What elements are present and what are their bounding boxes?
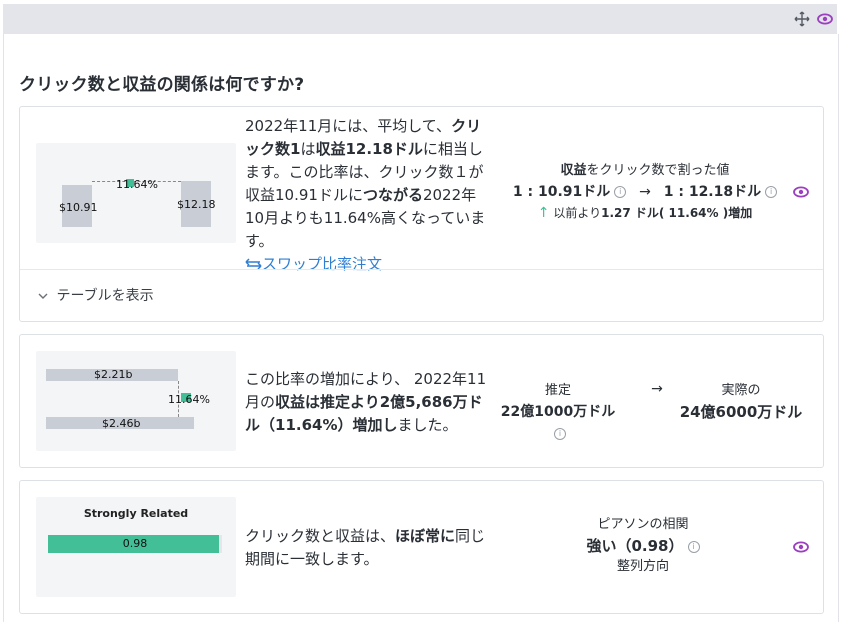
arrow-icon: → — [651, 381, 663, 397]
ratio-thumbnail: 11.64% $10.91 $12.18 — [36, 143, 236, 243]
revenue-impact-card: $2.21b 11.64% $2.46b この比率の増加により、 2022年11… — [19, 334, 824, 468]
ratio-insight-card: 11.64% $10.91 $12.18 2022年11月には、平均して、クリッ… — [19, 106, 824, 322]
card-divider — [20, 269, 823, 270]
show-table-toggle[interactable]: テーブルを表示 — [38, 285, 154, 305]
revenue-description: この比率の増加により、 2022年11月の収益は推定より2億5,686万ドル（1… — [245, 370, 487, 434]
correlation-metric: ピアソンの相関 強い（0.98） i 整列方向 — [548, 515, 738, 577]
ratio-change: ↑ 以前より1.27 ドル( 11.64% )増加 — [537, 205, 753, 221]
swap-ratio-link[interactable]: スワップ比率注文 — [245, 255, 382, 273]
chevron-down-icon — [38, 288, 48, 304]
ratio-comparison: 1 : 10.91ドル i → 1 : 12.18ドル i — [495, 181, 795, 203]
eye-icon[interactable] — [792, 185, 810, 199]
eye-icon[interactable] — [792, 540, 810, 554]
move-arrows-icon[interactable] — [793, 11, 811, 27]
correlation-description: クリック数と収益は、ほぼ常に同じ期間に一致します。 — [245, 527, 486, 568]
thumb-change-label: 11.64% — [116, 178, 158, 191]
ratio-description: 2022年11月には、平均して、クリック数1は収益12.18ドルに相当します。こ… — [245, 117, 486, 273]
correlation-card: Strongly Related 0.98 クリック数と収益は、ほぼ常に同じ期間… — [19, 480, 824, 614]
page-title: クリック数と収益の関係は何ですか? — [19, 75, 305, 95]
thumb-left-value: $10.91 — [59, 201, 98, 214]
ratio-metric: 収益をクリック数で割った値 1 : 10.91ドル i → 1 : 12.18ドル… — [495, 161, 795, 223]
info-icon[interactable]: i — [687, 540, 700, 553]
info-icon[interactable]: i — [614, 186, 627, 198]
thumb-right-value: $12.18 — [177, 198, 216, 211]
correlation-value-label: 0.98 — [122, 537, 148, 550]
panel-toolbar — [3, 4, 837, 34]
eye-icon[interactable] — [816, 11, 834, 27]
correlation-track: 0.98 — [48, 535, 222, 553]
info-icon[interactable]: i — [765, 186, 778, 198]
metric-title: 収益をクリック数で割った値 — [560, 163, 730, 178]
estimated-block: 推定 22億1000万ドルi — [500, 383, 616, 440]
thumb-top-value: $2.21b — [94, 368, 133, 381]
thumb-change-label: 11.64% — [168, 393, 210, 406]
thumb-bottom-value: $2.46b — [102, 417, 141, 430]
correlation-strength-label: Strongly Related — [83, 507, 189, 520]
up-arrow-icon: ↑ — [537, 205, 550, 221]
correlation-thumbnail: Strongly Related 0.98 — [36, 497, 236, 597]
actual-block: 実際の 24億6000万ドル — [679, 383, 803, 421]
info-icon[interactable]: i — [554, 428, 566, 440]
revenue-thumbnail: $2.21b 11.64% $2.46b — [36, 351, 236, 451]
